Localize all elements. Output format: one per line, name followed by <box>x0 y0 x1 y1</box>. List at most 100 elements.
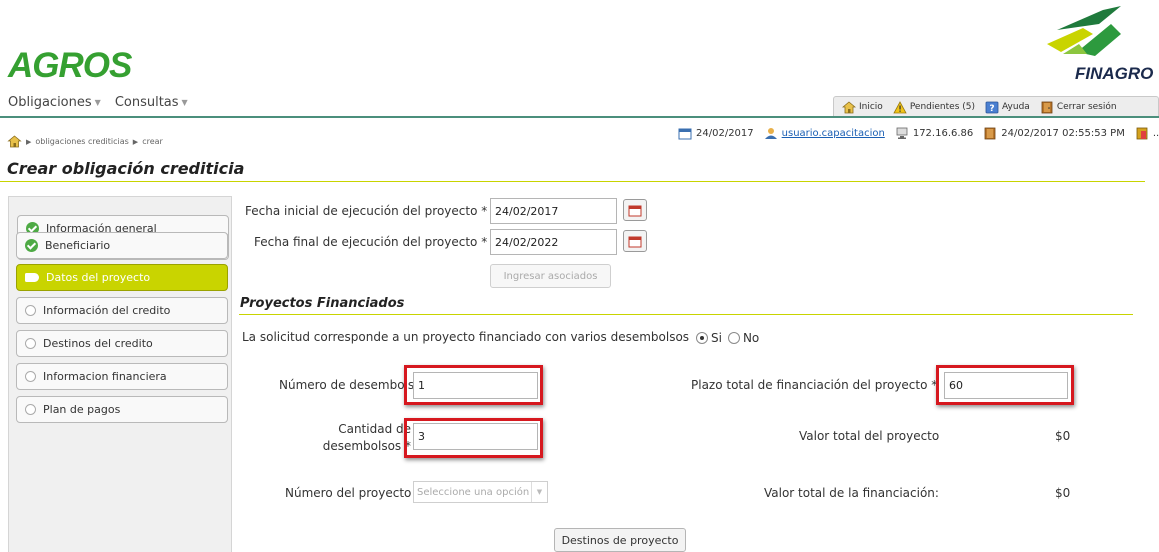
numero-desembolso-input[interactable]: 1 <box>413 372 538 399</box>
section-divider <box>239 314 1133 315</box>
step-plan-pagos[interactable]: Plan de pagos <box>16 396 228 423</box>
finagro-logo-mark <box>1047 6 1121 56</box>
session-status-bar: 24/02/2017 usuario.capacitacion 172.16.6… <box>678 127 1159 140</box>
ingresar-asociados-button[interactable]: Ingresar asociados <box>490 264 611 288</box>
required-mark: * <box>405 439 411 453</box>
valor-total-value: $0 <box>1055 429 1071 443</box>
cantidad-desembolsos-label: Cantidad de desembolsos * <box>303 421 411 455</box>
fecha-inicial-text: Fecha inicial de ejecución del proyecto <box>245 204 478 218</box>
inicio-link[interactable]: Inicio <box>842 100 883 114</box>
circle-icon <box>25 404 36 415</box>
step-beneficiario-item[interactable]: Beneficiario <box>16 232 228 259</box>
fecha-final-text: Fecha final de ejecución del proyecto <box>254 235 478 249</box>
chevron-down-icon: ▼ <box>531 482 547 502</box>
destinos-proyecto-button[interactable]: Destinos de proyecto <box>554 528 686 552</box>
numero-proyecto-text: Número del proyecto <box>285 486 412 500</box>
chevron-down-icon: ▼ <box>181 98 188 107</box>
step-label: Datos del proyecto <box>46 271 151 284</box>
step-informacion-credito[interactable]: Información del credito <box>16 297 228 324</box>
cantidad-desembolsos-value: 3 <box>418 430 425 443</box>
circle-icon <box>25 371 36 382</box>
fecha-inicial-input[interactable]: 24/02/2017 <box>490 198 617 224</box>
breadcrumb-arrow-icon: ▶ <box>132 137 139 146</box>
breadcrumb-crear: crear <box>142 137 163 146</box>
svg-text:?: ? <box>989 104 994 114</box>
plazo-total-input[interactable]: 60 <box>944 372 1068 399</box>
step-label: Destinos del credito <box>43 337 153 350</box>
cantidad-label-line1: Cantidad de <box>338 422 411 436</box>
numero-proyecto-select[interactable]: Seleccione una opción ▼ <box>413 481 548 503</box>
ayuda-label: Ayuda <box>1002 102 1030 112</box>
circle-icon <box>25 305 36 316</box>
numero-proyecto-placeholder: Seleccione una opción <box>417 486 530 498</box>
top-toolbar: Inicio Pendientes (5) ? Ayuda Cerrar ses… <box>833 96 1159 117</box>
fecha-final-value: 24/02/2022 <box>495 235 559 249</box>
numero-desembolso-label: Número de desembolso * <box>279 378 431 392</box>
menu-obligaciones-label: Obligaciones <box>8 95 92 110</box>
plazo-total-value: 60 <box>949 379 963 392</box>
calendar-icon <box>628 236 642 247</box>
step-label: Beneficiario <box>45 239 111 252</box>
status-datetime-text: 24/02/2017 02:55:53 PM <box>1001 128 1125 139</box>
agros-logo: AGROS <box>8 46 132 85</box>
varios-desembolsos-question: La solicitud corresponde a un proyecto f… <box>242 330 689 344</box>
computer-icon <box>896 127 908 139</box>
fecha-inicial-label: Fecha inicial de ejecución del proyecto … <box>245 204 487 218</box>
title-divider <box>0 181 1145 182</box>
desembolsos-radio-group: Si No <box>696 331 759 345</box>
home-icon[interactable] <box>7 135 22 148</box>
numero-proyecto-label: Número del proyecto <box>285 486 411 500</box>
step-datos-proyecto[interactable]: Datos del proyecto <box>16 264 228 291</box>
step-label: Plan de pagos <box>43 403 121 416</box>
cerrar-sesion-link[interactable]: Cerrar sesión <box>1040 101 1117 114</box>
radio-si[interactable] <box>696 332 708 344</box>
status-date: 24/02/2017 <box>678 127 754 140</box>
status-ip-text: 172.16.6.86 <box>912 128 974 139</box>
status-date-text: 24/02/2017 <box>696 128 754 139</box>
step-label: Información del credito <box>43 304 171 317</box>
user-link[interactable]: usuario.capacitacion <box>782 128 885 139</box>
status-more[interactable]: ... <box>1135 127 1159 140</box>
numero-desembolso-value: 1 <box>418 379 425 392</box>
status-more-text: ... <box>1152 128 1159 139</box>
breadcrumb-arrow-icon: ▶ <box>26 137 32 146</box>
header-divider <box>0 116 1159 118</box>
cerrar-sesion-label: Cerrar sesión <box>1056 102 1117 112</box>
tag-icon <box>25 273 39 282</box>
menu-obligaciones[interactable]: Obligaciones ▼ <box>8 95 101 110</box>
ayuda-link[interactable]: ? Ayuda <box>985 101 1030 114</box>
door-icon <box>984 127 996 140</box>
fecha-inicial-value: 24/02/2017 <box>495 204 559 218</box>
step-destinos-credito[interactable]: Destinos del credito <box>16 330 228 357</box>
plazo-total-text: Plazo total de financiación del proyecto <box>691 378 928 392</box>
question-text: La solicitud corresponde a un proyecto f… <box>242 330 690 344</box>
valor-financiacion-value: $0 <box>1055 486 1071 500</box>
inicio-label: Inicio <box>859 102 883 112</box>
status-user: usuario.capacitacion <box>764 127 885 140</box>
fecha-final-calendar-button[interactable] <box>623 230 647 252</box>
step-informacion-financiera[interactable]: Informacion financiera <box>16 363 228 390</box>
door-icon <box>1041 101 1053 113</box>
required-mark: * <box>931 378 938 392</box>
section-proyectos-financiados: Proyectos Financiados <box>240 296 405 311</box>
radio-no[interactable] <box>727 332 740 344</box>
calendar-icon <box>628 205 642 216</box>
status-ip: 172.16.6.86 <box>895 127 973 140</box>
radio-no-label: No <box>742 331 760 345</box>
door-icon <box>1136 127 1148 140</box>
calendar-icon <box>678 128 692 140</box>
pendientes-link[interactable]: Pendientes (5) <box>893 100 975 114</box>
page-title: Crear obligación crediticia <box>7 159 245 178</box>
chevron-down-icon: ▼ <box>94 98 101 107</box>
cantidad-desembolsos-input[interactable]: 3 <box>413 423 538 450</box>
step-label: Informacion financiera <box>43 370 167 383</box>
menu-consultas[interactable]: Consultas ▼ <box>115 95 188 110</box>
pendientes-label: Pendientes (5) <box>909 102 975 112</box>
fecha-inicial-calendar-button[interactable] <box>623 199 647 221</box>
finagro-logo-text: FINAGRO <box>1075 64 1154 83</box>
valor-total-label: Valor total del proyecto <box>799 429 940 443</box>
plazo-total-label: Plazo total de financiación del proyecto… <box>691 378 937 392</box>
breadcrumb-obligaciones[interactable]: obligaciones crediticias <box>35 137 128 146</box>
status-datetime: 24/02/2017 02:55:53 PM <box>983 127 1125 140</box>
fecha-final-input[interactable]: 24/02/2022 <box>490 229 617 255</box>
